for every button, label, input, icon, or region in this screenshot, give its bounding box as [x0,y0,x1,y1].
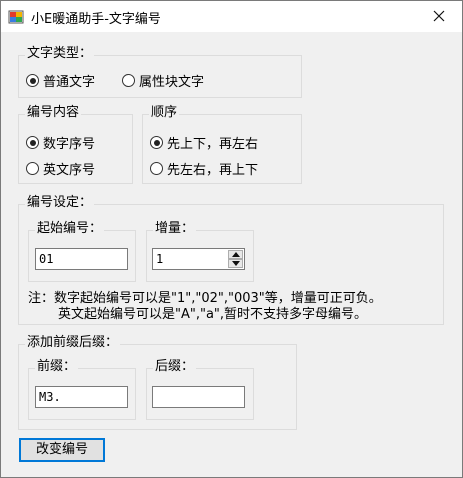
radio-indicator [26,162,39,175]
suffix-legend: 后缀： [153,359,197,375]
radio-indicator [26,74,39,87]
numbering-content-legend: 编号内容 [25,105,82,121]
app-window: 小E暖通助手-文字编号 文字类型： 普通文字 属性块文字 编号内容 数字序号 英… [0,0,463,478]
close-button[interactable] [416,1,462,32]
stepper-buttons [228,250,243,268]
prefix-legend: 前缀： [35,359,79,375]
radio-vertical-first[interactable]: 先上下，再左右 [150,133,258,152]
title-bar: 小E暖通助手-文字编号 [1,1,462,32]
numbering-settings-legend: 编号设定： [25,195,95,211]
radio-horizontal-first[interactable]: 先左右，再上下 [150,159,258,178]
start-number-input[interactable]: 01 [35,248,128,270]
stepper-down-button[interactable] [228,259,243,268]
order-legend: 顺序 [149,105,180,121]
prefix-input[interactable]: M3. [35,386,128,408]
affix-legend: 添加前缀后缀： [25,335,121,351]
suffix-input[interactable] [152,386,245,408]
increment-stepper[interactable]: 1 [152,248,245,270]
note-line-1: 注：数字起始编号可以是"1","02","003"等，增量可正可负。 [28,291,382,306]
stepper-up-button[interactable] [228,250,243,259]
app-icon [8,9,24,25]
radio-indicator [150,136,163,149]
note-line-2: 英文起始编号可以是"A","a",暂时不支持多字母编号。 [58,307,368,322]
radio-indicator [122,74,135,87]
text-type-legend: 文字类型： [25,46,95,62]
start-number-legend: 起始编号： [35,221,105,237]
radio-numeric-sequence[interactable]: 数字序号 [26,133,95,152]
arrow-up-icon [232,252,240,257]
apply-numbering-button[interactable]: 改变编号 [19,438,105,462]
window-title: 小E暖通助手-文字编号 [31,12,161,27]
arrow-down-icon [232,261,240,266]
radio-plain-text[interactable]: 普通文字 [26,71,95,90]
increment-value: 1 [156,252,164,266]
radio-indicator [150,162,163,175]
radio-indicator [26,136,39,149]
radio-attribute-block-text[interactable]: 属性块文字 [122,71,204,90]
increment-legend: 增量： [153,221,197,237]
radio-letter-sequence[interactable]: 英文序号 [26,159,95,178]
close-icon [433,10,445,22]
